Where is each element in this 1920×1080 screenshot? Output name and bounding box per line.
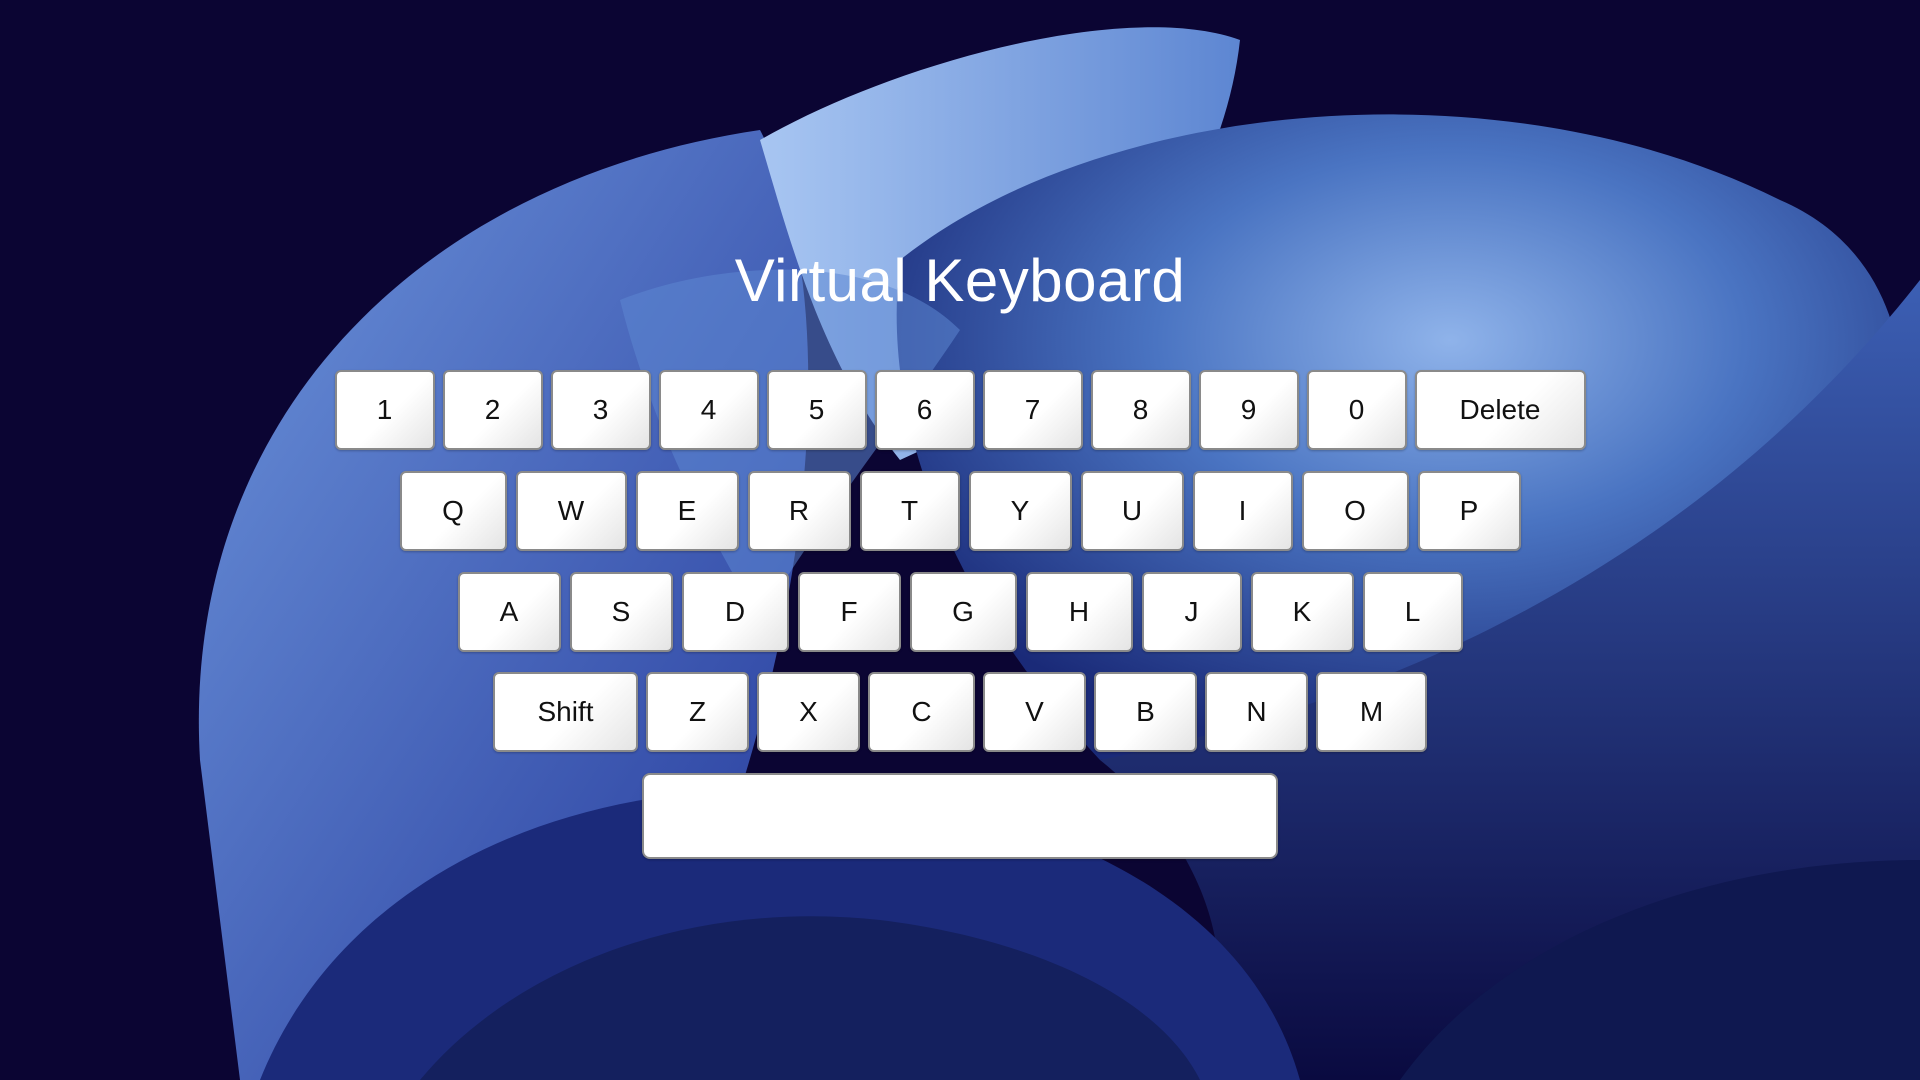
key-1[interactable]: 1 — [334, 370, 435, 450]
key-7[interactable]: 7 — [982, 370, 1083, 450]
key-p[interactable]: P — [1417, 471, 1521, 551]
key-v[interactable]: V — [983, 672, 1086, 752]
space-bar[interactable] — [642, 773, 1278, 859]
key-k[interactable]: K — [1250, 572, 1354, 652]
shift-key[interactable]: Shift — [493, 672, 638, 752]
key-l[interactable]: L — [1362, 572, 1463, 652]
space-row — [0, 773, 1920, 859]
key-h[interactable]: H — [1025, 572, 1133, 652]
key-t[interactable]: T — [859, 471, 960, 551]
key-i[interactable]: I — [1192, 471, 1293, 551]
home-letter-row: A S D F G H J K L — [0, 572, 1920, 652]
key-y[interactable]: Y — [968, 471, 1072, 551]
key-8[interactable]: 8 — [1090, 370, 1191, 450]
top-letter-row: Q W E R T Y U I O P — [0, 471, 1920, 551]
key-a[interactable]: A — [457, 572, 561, 652]
number-row: 1 2 3 4 5 6 7 8 9 0 Delete — [0, 370, 1920, 450]
key-f[interactable]: F — [797, 572, 901, 652]
key-q[interactable]: Q — [399, 471, 507, 551]
virtual-keyboard: 1 2 3 4 5 6 7 8 9 0 Delete Q W E R T Y U… — [0, 370, 1920, 875]
bottom-letter-row: Shift Z X C V B N M — [0, 672, 1920, 752]
key-b[interactable]: B — [1094, 672, 1197, 752]
key-4[interactable]: 4 — [658, 370, 759, 450]
key-g[interactable]: G — [909, 572, 1017, 652]
key-9[interactable]: 9 — [1198, 370, 1299, 450]
key-n[interactable]: N — [1205, 672, 1308, 752]
key-z[interactable]: Z — [646, 672, 749, 752]
key-r[interactable]: R — [747, 471, 851, 551]
key-w[interactable]: W — [515, 471, 627, 551]
key-d[interactable]: D — [681, 572, 789, 652]
key-o[interactable]: O — [1301, 471, 1409, 551]
key-6[interactable]: 6 — [874, 370, 975, 450]
key-5[interactable]: 5 — [766, 370, 867, 450]
key-x[interactable]: X — [757, 672, 860, 752]
key-3[interactable]: 3 — [550, 370, 651, 450]
page-title: Virtual Keyboard — [734, 247, 1186, 314]
key-j[interactable]: J — [1141, 572, 1242, 652]
key-u[interactable]: U — [1080, 471, 1184, 551]
key-e[interactable]: E — [635, 471, 739, 551]
key-2[interactable]: 2 — [442, 370, 543, 450]
delete-key[interactable]: Delete — [1414, 370, 1586, 450]
key-s[interactable]: S — [569, 572, 673, 652]
key-0[interactable]: 0 — [1306, 370, 1407, 450]
key-m[interactable]: M — [1316, 672, 1427, 752]
key-c[interactable]: C — [868, 672, 975, 752]
